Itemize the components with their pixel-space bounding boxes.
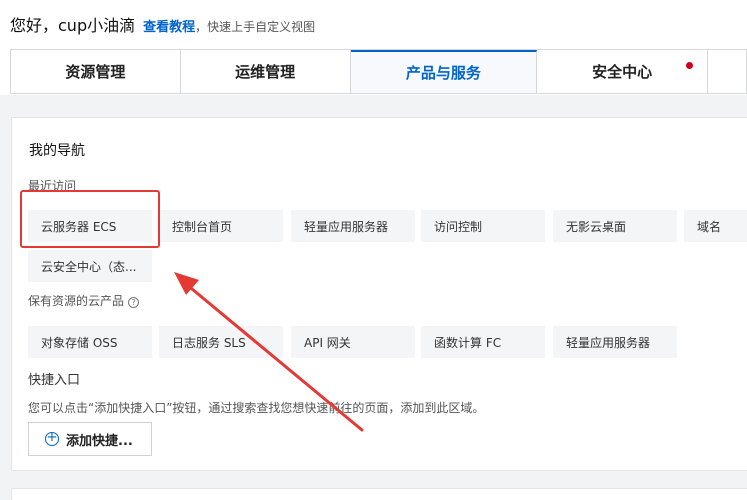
recent-label: 最近访问 bbox=[28, 179, 77, 193]
owned-item-api-gateway[interactable]: API 网关 bbox=[291, 326, 415, 358]
my-navigation-card: 我的导航 最近访问 云服务器 ECS 控制台首页 轻量应用服务器 访问控制 无影… bbox=[11, 117, 747, 471]
recent-item-cloud-desktop[interactable]: 无影云桌面 bbox=[553, 210, 677, 242]
tile-label: 轻量应用服务器 bbox=[566, 335, 651, 350]
question-circle-icon[interactable]: ? bbox=[128, 297, 140, 308]
owned-label-text: 保有资源的云产品 bbox=[28, 294, 125, 308]
tile-label: 对象存储 OSS bbox=[41, 335, 118, 350]
greeting-tip: ，快速上手自定义视图 bbox=[195, 20, 316, 34]
recent-item-lightweight-server[interactable]: 轻量应用服务器 bbox=[291, 210, 415, 242]
tab-label: 安全中心 bbox=[592, 63, 653, 81]
recent-item-console-home[interactable]: 控制台首页 bbox=[159, 210, 283, 242]
tile-label: 轻量应用服务器 bbox=[304, 219, 389, 234]
tile-label: 云安全中心（态... bbox=[41, 259, 137, 274]
tab-products-services[interactable]: 产品与服务 bbox=[350, 50, 538, 93]
tab-bar: 资源管理 运维管理 产品与服务 安全中心 bbox=[10, 49, 747, 94]
owned-item-fc[interactable]: 函数计算 FC bbox=[421, 326, 545, 358]
owned-item-oss[interactable]: 对象存储 OSS bbox=[28, 326, 152, 358]
plus-circle-icon: + bbox=[45, 430, 59, 446]
add-shortcut-button[interactable]: + 添加快捷... bbox=[28, 422, 152, 456]
tile-label: 访问控制 bbox=[434, 219, 483, 234]
tab-security-center[interactable]: 安全中心 bbox=[537, 50, 709, 93]
owned-label: 保有资源的云产品? bbox=[28, 292, 140, 309]
tile-label: 无影云桌面 bbox=[566, 219, 627, 234]
nav-title: 我的导航 bbox=[29, 143, 85, 159]
tab-label: 资源管理 bbox=[65, 63, 126, 81]
tab-label: 运维管理 bbox=[235, 63, 296, 81]
add-shortcut-label: 添加快捷... bbox=[66, 433, 133, 449]
tile-label: 日志服务 SLS bbox=[172, 335, 246, 350]
greeting-line: 您好，cup小油滴 查看教程 ，快速上手自定义视图 bbox=[10, 12, 315, 36]
recent-item-access-control[interactable]: 访问控制 bbox=[421, 210, 545, 242]
tile-label: 域名 bbox=[697, 219, 722, 234]
quick-entry-label: 快捷入口 bbox=[28, 373, 81, 388]
tile-label: 函数计算 FC bbox=[434, 335, 502, 350]
recent-item-ecs[interactable]: 云服务器 ECS bbox=[28, 210, 152, 242]
tutorial-link[interactable]: 查看教程 bbox=[143, 16, 195, 35]
owned-item-sls[interactable]: 日志服务 SLS bbox=[159, 326, 283, 358]
greeting-text: 您好，cup小油滴 bbox=[10, 16, 136, 35]
tile-label: API 网关 bbox=[304, 335, 351, 350]
owned-item-lightweight-server[interactable]: 轻量应用服务器 bbox=[553, 326, 677, 358]
recent-item-domain[interactable]: 域名 bbox=[684, 210, 747, 242]
tile-label: 云服务器 ECS bbox=[41, 219, 117, 234]
recent-item-security-center[interactable]: 云安全中心（态... bbox=[28, 250, 152, 282]
top-bar: 您好，cup小油滴 查看教程 ，快速上手自定义视图 资源管理 运维管理 产品与服… bbox=[0, 0, 747, 95]
tab-more[interactable] bbox=[708, 50, 747, 93]
next-card bbox=[11, 488, 747, 500]
notification-dot bbox=[686, 62, 694, 69]
tab-label: 产品与服务 bbox=[405, 64, 481, 82]
tab-ops-management[interactable]: 运维管理 bbox=[181, 50, 351, 93]
tab-resource-management[interactable]: 资源管理 bbox=[11, 50, 181, 93]
quick-entry-hint: 您可以点击“添加快捷入口”按钮，通过搜索查找您想快速前往的页面，添加到此区域。 bbox=[28, 401, 485, 415]
tile-label: 控制台首页 bbox=[172, 219, 233, 234]
